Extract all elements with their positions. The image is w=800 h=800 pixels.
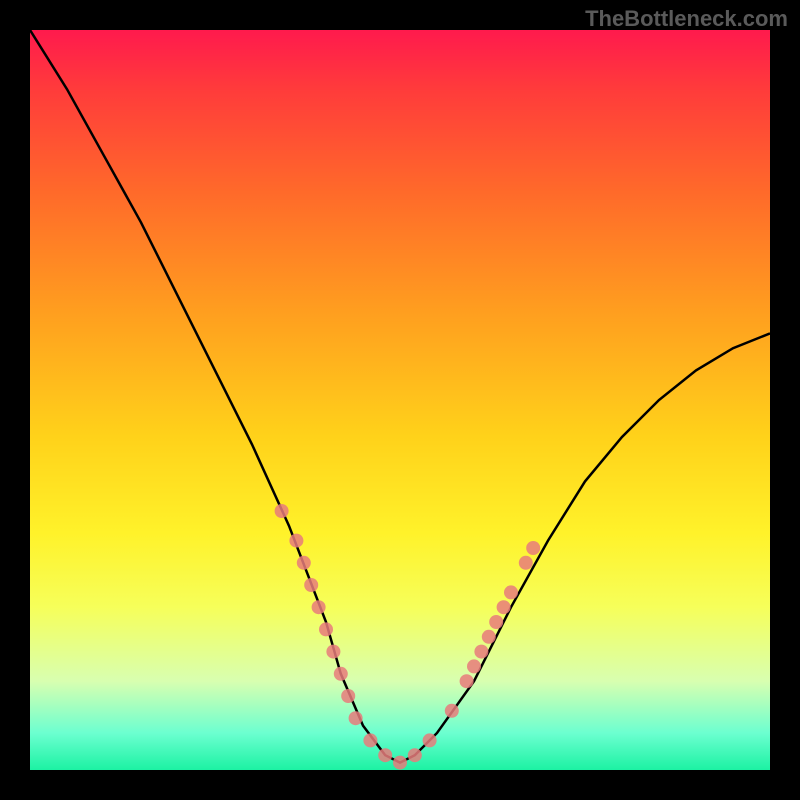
marker-dot: [289, 534, 303, 548]
marker-dot: [489, 615, 503, 629]
marker-dot: [526, 541, 540, 555]
marker-dot: [497, 600, 511, 614]
marker-dot: [423, 733, 437, 747]
marker-dot: [504, 585, 518, 599]
marker-dot: [349, 711, 363, 725]
marker-dot: [467, 659, 481, 673]
marker-dot: [297, 556, 311, 570]
marker-dot: [519, 556, 533, 570]
marker-dot: [275, 504, 289, 518]
marker-dot: [326, 645, 340, 659]
chart-plot-area: [30, 30, 770, 770]
chart-svg: [30, 30, 770, 770]
highlighted-marker-group: [275, 504, 541, 770]
marker-dot: [363, 733, 377, 747]
bottleneck-curve-line: [30, 30, 770, 763]
marker-dot: [408, 748, 422, 762]
marker-dot: [312, 600, 326, 614]
watermark-text: TheBottleneck.com: [585, 6, 788, 32]
marker-dot: [460, 674, 474, 688]
marker-dot: [304, 578, 318, 592]
marker-dot: [393, 756, 407, 770]
marker-dot: [445, 704, 459, 718]
marker-dot: [319, 622, 333, 636]
marker-dot: [334, 667, 348, 681]
marker-dot: [474, 645, 488, 659]
marker-dot: [482, 630, 496, 644]
marker-dot: [378, 748, 392, 762]
marker-dot: [341, 689, 355, 703]
